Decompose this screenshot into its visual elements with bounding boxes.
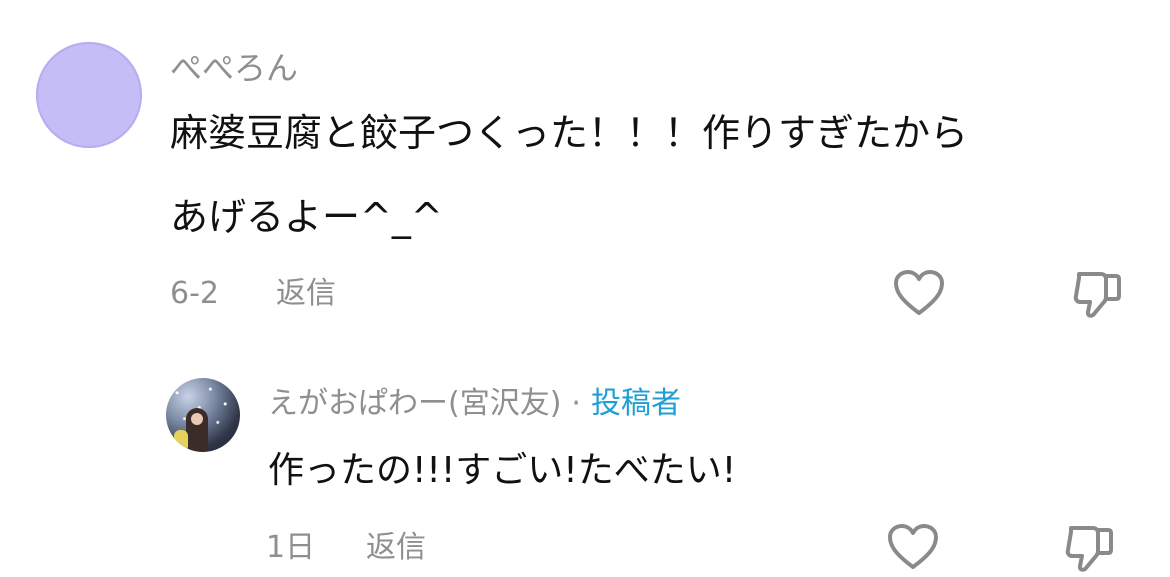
reply-author[interactable]: えがおぱわー(宮沢友) (268, 386, 561, 421)
reply-timestamp: 1日 (266, 530, 316, 565)
avatar[interactable] (166, 378, 240, 452)
reply-text: 作ったの!!!すごい!たべたい! (268, 450, 737, 491)
avatar[interactable] (36, 42, 142, 148)
comment-author[interactable]: ぺぺろん (170, 46, 298, 90)
comment-text-line-1: 麻婆豆腐と餃子つくった！！！作りすぎたから (170, 111, 969, 155)
reply-button[interactable]: 返信 (276, 274, 336, 314)
comment-text-line-2: あげるよー^_^ (170, 195, 443, 239)
thumbs-down-icon[interactable] (1062, 520, 1118, 576)
avatar-face (191, 413, 203, 425)
avatar-coat (174, 430, 188, 452)
creator-badge: 投稿者 (590, 386, 681, 421)
heart-icon[interactable] (886, 522, 940, 572)
heart-icon[interactable] (892, 268, 946, 318)
reply-author-row: えがおぱわー(宮沢友) · 投稿者 (268, 382, 681, 426)
separator-dot: · (571, 386, 581, 421)
comment-timestamp: 6-2 (170, 276, 219, 311)
reply-button[interactable]: 返信 (366, 528, 426, 568)
thumbs-down-icon[interactable] (1070, 266, 1126, 322)
